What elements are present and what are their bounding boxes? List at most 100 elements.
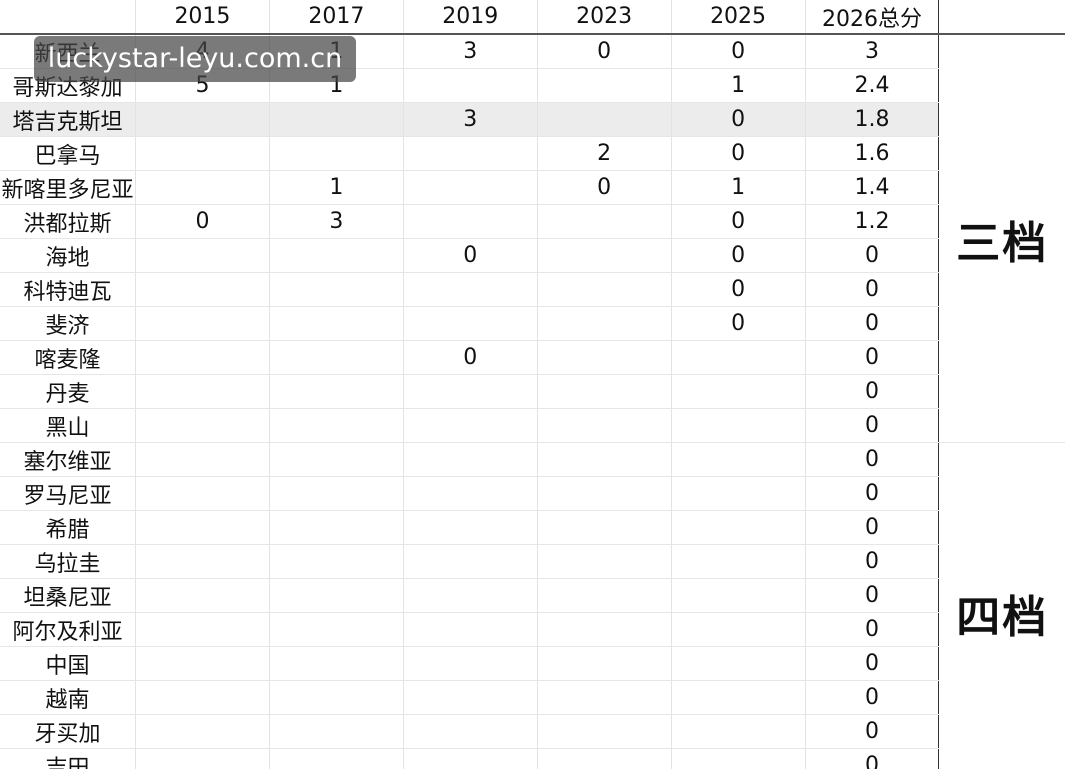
total-score-cell[interactable]: 0: [804, 714, 940, 749]
score-cell[interactable]: 1: [671, 170, 806, 205]
score-cell[interactable]: [537, 408, 672, 443]
total-score-cell[interactable]: 1.6: [804, 136, 940, 171]
score-cell[interactable]: [537, 544, 672, 579]
country-name-cell[interactable]: 中国: [0, 646, 136, 681]
score-cell[interactable]: [135, 272, 270, 307]
score-cell[interactable]: 0: [671, 238, 806, 273]
score-cell[interactable]: [135, 170, 270, 205]
score-cell[interactable]: [403, 544, 538, 579]
total-score-cell[interactable]: 0: [804, 748, 940, 769]
total-score-cell[interactable]: 2.4: [804, 68, 940, 103]
total-score-cell[interactable]: 0: [804, 374, 940, 409]
score-cell[interactable]: [135, 102, 270, 137]
country-name-cell[interactable]: 塞尔维亚: [0, 442, 136, 477]
score-cell[interactable]: [269, 272, 404, 307]
score-cell[interactable]: [671, 442, 806, 477]
score-cell[interactable]: [403, 68, 538, 103]
total-score-cell[interactable]: 0: [804, 544, 940, 579]
score-cell[interactable]: [537, 510, 672, 545]
score-cell[interactable]: [403, 510, 538, 545]
score-cell[interactable]: [671, 646, 806, 681]
score-cell[interactable]: [403, 476, 538, 511]
score-cell[interactable]: [537, 476, 672, 511]
score-cell[interactable]: 0: [537, 170, 672, 205]
score-cell[interactable]: [403, 408, 538, 443]
score-cell[interactable]: [403, 578, 538, 613]
score-cell[interactable]: 0: [671, 204, 806, 239]
score-cell[interactable]: [269, 748, 404, 769]
total-score-cell[interactable]: 0: [804, 646, 940, 681]
country-name-cell[interactable]: 罗马尼亚: [0, 476, 136, 511]
score-cell[interactable]: 1: [671, 68, 806, 103]
score-cell[interactable]: [671, 476, 806, 511]
score-cell[interactable]: [135, 306, 270, 341]
header-total-2026[interactable]: 2026总分: [804, 0, 940, 35]
score-cell[interactable]: [537, 442, 672, 477]
country-name-cell[interactable]: 越南: [0, 680, 136, 715]
total-score-cell[interactable]: 0: [804, 680, 940, 715]
score-cell[interactable]: [671, 544, 806, 579]
score-cell[interactable]: [403, 714, 538, 749]
score-cell[interactable]: [269, 714, 404, 749]
score-cell[interactable]: [269, 374, 404, 409]
score-cell[interactable]: [135, 646, 270, 681]
total-score-cell[interactable]: 0: [804, 476, 940, 511]
country-name-cell[interactable]: 斐济: [0, 306, 136, 341]
score-cell[interactable]: [269, 510, 404, 545]
score-cell[interactable]: [269, 646, 404, 681]
score-cell[interactable]: [537, 68, 672, 103]
total-score-cell[interactable]: 0: [804, 306, 940, 341]
total-score-cell[interactable]: 0: [804, 408, 940, 443]
tier-label-cell[interactable]: 四档: [938, 442, 1065, 769]
score-cell[interactable]: [671, 510, 806, 545]
score-cell[interactable]: [135, 136, 270, 171]
score-cell[interactable]: [135, 408, 270, 443]
score-cell[interactable]: [135, 612, 270, 647]
score-cell[interactable]: [403, 680, 538, 715]
score-cell[interactable]: [671, 612, 806, 647]
score-cell[interactable]: 0: [671, 102, 806, 137]
score-cell[interactable]: 0: [135, 204, 270, 239]
score-cell[interactable]: [403, 646, 538, 681]
score-cell[interactable]: 1: [269, 170, 404, 205]
score-cell[interactable]: 0: [403, 238, 538, 273]
score-cell[interactable]: 0: [671, 272, 806, 307]
score-cell[interactable]: [537, 204, 672, 239]
score-cell[interactable]: [269, 612, 404, 647]
header-tier[interactable]: [938, 0, 1065, 35]
country-name-cell[interactable]: 洪都拉斯: [0, 204, 136, 239]
score-cell[interactable]: [537, 272, 672, 307]
score-cell[interactable]: [671, 748, 806, 769]
country-name-cell[interactable]: 阿尔及利亚: [0, 612, 136, 647]
score-cell[interactable]: [135, 578, 270, 613]
score-cell[interactable]: [135, 442, 270, 477]
country-name-cell[interactable]: 海地: [0, 238, 136, 273]
score-cell[interactable]: [671, 408, 806, 443]
country-name-cell[interactable]: 吉田: [0, 748, 136, 769]
header-2017[interactable]: 2017: [269, 0, 404, 35]
score-cell[interactable]: [269, 102, 404, 137]
score-cell[interactable]: [671, 374, 806, 409]
score-cell[interactable]: [403, 204, 538, 239]
score-cell[interactable]: [403, 374, 538, 409]
score-cell[interactable]: 3: [403, 102, 538, 137]
score-cell[interactable]: [403, 136, 538, 171]
country-name-cell[interactable]: 巴拿马: [0, 136, 136, 171]
score-cell[interactable]: [269, 476, 404, 511]
total-score-cell[interactable]: 0: [804, 340, 940, 375]
score-cell[interactable]: [537, 102, 672, 137]
score-cell[interactable]: [269, 442, 404, 477]
score-cell[interactable]: [403, 306, 538, 341]
header-name[interactable]: [0, 0, 136, 35]
score-cell[interactable]: [135, 476, 270, 511]
score-cell[interactable]: [135, 510, 270, 545]
score-cell[interactable]: [269, 680, 404, 715]
total-score-cell[interactable]: 0: [804, 272, 940, 307]
score-cell[interactable]: [537, 612, 672, 647]
total-score-cell[interactable]: 0: [804, 578, 940, 613]
header-2015[interactable]: 2015: [135, 0, 270, 35]
total-score-cell[interactable]: 0: [804, 238, 940, 273]
score-cell[interactable]: [537, 340, 672, 375]
score-cell[interactable]: [269, 136, 404, 171]
score-cell[interactable]: 0: [671, 306, 806, 341]
